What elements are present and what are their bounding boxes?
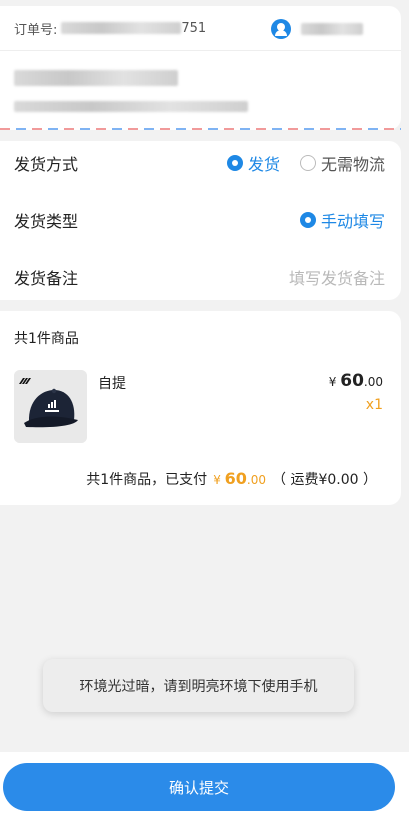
price-decimal: .00: [363, 375, 383, 389]
delivery-type-label: 发货类型: [14, 212, 79, 231]
envelope-dashed-border: [0, 128, 401, 130]
radio-manual-fill[interactable]: 手动填写: [299, 208, 385, 232]
price-symbol: ¥: [328, 375, 337, 389]
order-number-redacted: [61, 22, 182, 34]
paid-decimal: .00: [246, 473, 267, 487]
user-name-redacted: [301, 23, 363, 35]
radio-checked-icon: [299, 212, 316, 228]
order-number-row: 订单号: 751: [14, 18, 206, 38]
goods-count-title: 共1件商品: [14, 331, 79, 347]
paid-symbol: ¥: [213, 473, 221, 487]
order-summary: 共1件商品，已支付 ¥ 60.00 （ 运费¥0.00 ）: [86, 469, 377, 489]
radio-checked-icon: [226, 155, 243, 171]
summary-paid-amount: ¥ 60.00: [213, 469, 266, 488]
delivery-remark-row: 发货备注 填写发货备注: [14, 265, 385, 289]
item-price: ¥ 60.00: [329, 371, 383, 391]
paid-integer: 60: [224, 469, 247, 488]
delivery-method-options: 发货 无需物流: [226, 151, 385, 175]
baseball-cap-icon: [14, 370, 87, 443]
order-number-suffix: 751: [181, 20, 207, 36]
radio-ship-label: 发货: [247, 155, 280, 174]
address-redacted: [14, 101, 248, 112]
item-name: 自提: [98, 376, 126, 392]
item-quantity: x1: [365, 397, 383, 413]
summary-text: 共1件商品，已支付: [86, 472, 208, 488]
user-avatar-icon: [271, 19, 291, 39]
recipient-redacted: [14, 70, 178, 86]
delivery-method-row: 发货方式 发货 无需物流: [14, 151, 385, 175]
product-image[interactable]: [14, 370, 87, 443]
radio-manual-fill-label: 手动填写: [320, 212, 385, 231]
delivery-type-row: 发货类型 手动填写: [14, 208, 385, 232]
goods-card: 共1件商品 自提 ¥ 60.00 x1 共1件商品，已支付 ¥ 60.00 （ …: [0, 311, 401, 505]
radio-no-logistics-label: 无需物流: [320, 155, 385, 174]
radio-no-logistics[interactable]: 无需物流: [299, 151, 385, 175]
radio-unchecked-icon: [299, 155, 316, 171]
toast-message: 环境光过暗，请到明亮环境下使用手机: [43, 659, 354, 712]
delivery-card: 发货方式 发货 无需物流 发货类型 手动填写 发货备注 填写发货备注: [0, 141, 401, 300]
price-integer: 60: [340, 371, 364, 391]
order-info-card: 订单号: 751: [0, 6, 401, 130]
delivery-remark-label: 发货备注: [14, 269, 79, 288]
delivery-method-label: 发货方式: [14, 155, 79, 174]
radio-ship[interactable]: 发货: [226, 151, 280, 175]
summary-shipping: （ 运费¥0.00 ）: [272, 472, 377, 488]
delivery-remark-input[interactable]: 填写发货备注: [289, 265, 385, 289]
confirm-submit-button[interactable]: 确认提交: [3, 763, 395, 811]
order-number-label: 订单号:: [14, 22, 58, 38]
divider: [0, 50, 401, 51]
